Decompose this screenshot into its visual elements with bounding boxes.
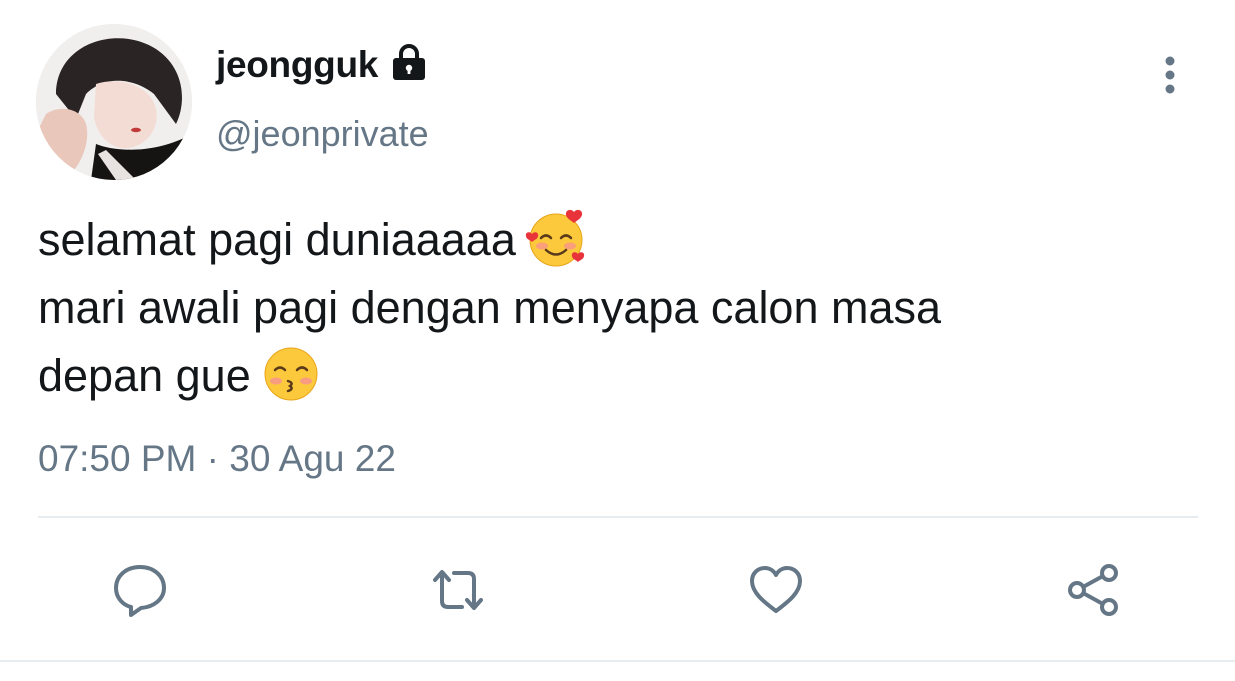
lock-icon [388, 44, 430, 83]
tweet-line: mari awali pagi dengan menyapa calon mas… [38, 274, 1198, 342]
retweet-button[interactable] [428, 560, 488, 620]
tweet-line: depan gue [38, 342, 1198, 410]
bottom-divider [0, 660, 1235, 662]
like-button[interactable] [746, 560, 806, 620]
tweet-line-text: mari awali pagi dengan menyapa calon mas… [38, 282, 942, 333]
share-icon [1068, 564, 1118, 616]
more-options-button[interactable] [1150, 52, 1190, 98]
tweet-line: selamat pagi duniaaaaa [38, 206, 1198, 274]
heart-icon [750, 566, 802, 613]
divider [38, 516, 1198, 518]
comment-icon [114, 565, 166, 617]
kissing-face-with-smiling-eyes-emoji [259, 342, 323, 406]
tweet-line-text: depan gue [38, 350, 251, 401]
user-handle[interactable]: @jeonprivate [216, 113, 429, 155]
smiling-face-with-hearts-emoji [524, 206, 588, 270]
user-name-row: jeongguk [216, 44, 430, 86]
avatar-image [36, 24, 192, 180]
tweet-text: selamat pagi duniaaaaa mari awali pagi d… [38, 206, 1198, 410]
display-name[interactable]: jeongguk [216, 44, 378, 86]
avatar[interactable] [36, 24, 192, 180]
tweet-timestamp[interactable]: 07:50 PM · 30 Agu 22 [38, 438, 396, 480]
reply-button[interactable] [110, 560, 170, 620]
more-vertical-icon [1165, 56, 1175, 94]
share-button[interactable] [1064, 560, 1124, 620]
tweet-line-text: selamat pagi duniaaaaa [38, 214, 516, 265]
retweet-icon [433, 570, 483, 610]
